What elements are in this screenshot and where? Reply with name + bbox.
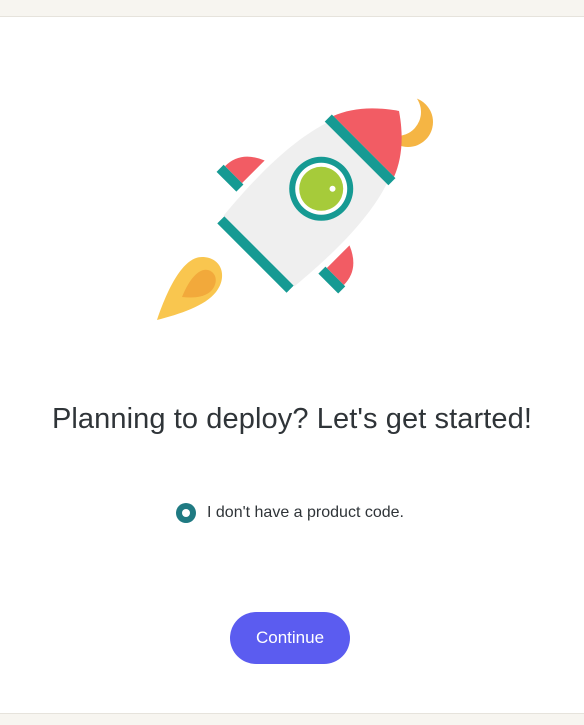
page-title: Planning to deploy? Let's get started! <box>51 403 533 435</box>
no-product-code-label: I don't have a product code. <box>207 504 404 521</box>
top-bar <box>0 0 584 17</box>
rocket-icon <box>157 88 433 320</box>
rocket-illustration <box>150 88 450 332</box>
main-panel: Planning to deploy? Let's get started! I… <box>0 17 584 713</box>
continue-button[interactable]: Continue <box>230 612 350 664</box>
radio-button-selected[interactable] <box>176 503 196 523</box>
bottom-bar <box>0 713 584 725</box>
no-product-code-option[interactable]: I don't have a product code. <box>176 501 404 525</box>
flame-icon <box>157 257 223 320</box>
